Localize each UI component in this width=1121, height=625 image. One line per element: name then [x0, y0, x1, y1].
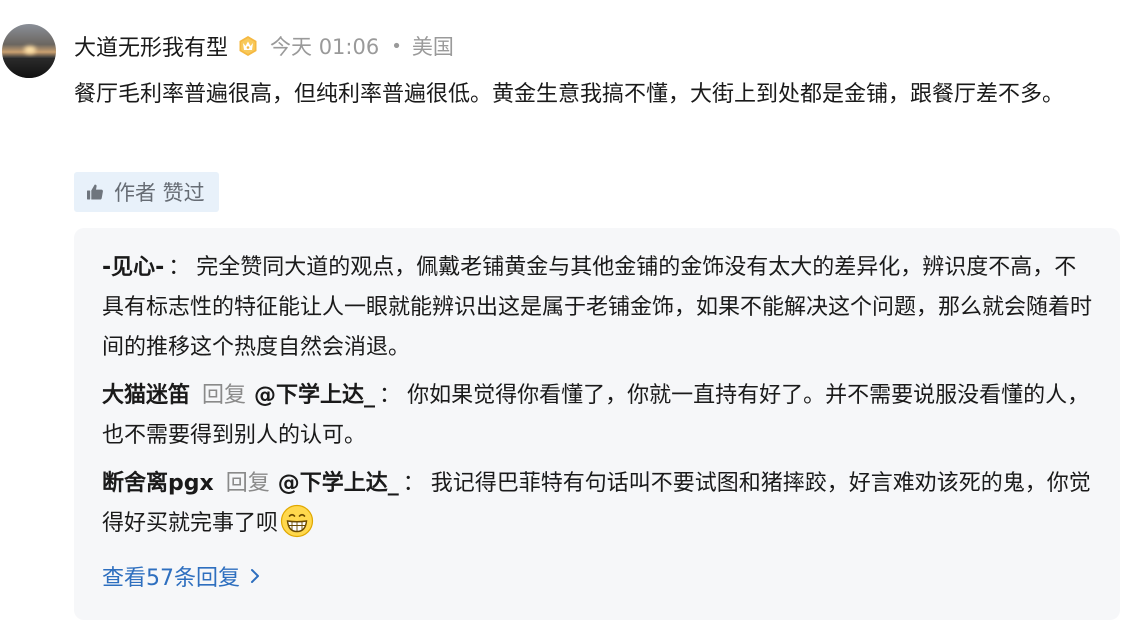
comment-location: 美国	[411, 35, 454, 59]
comment-text: 餐厅毛利率普遍很高，但纯利率普遍很低。黄金生意我搞不懂，大街上到处都是金铺，跟餐…	[74, 82, 1065, 107]
chevron-right-icon	[251, 569, 259, 583]
reply-item: 断舍离pgx 回复 @下学上达_：我记得巴菲特有句话叫不要试图和猪摔跤，好言难劝该死…	[102, 464, 1092, 544]
thumbs-up-icon	[87, 184, 103, 200]
reply-word: 回复	[225, 471, 270, 496]
view-more-label[interactable]: 查看57条回复	[102, 560, 240, 592]
reply-item: 大猫迷笛 回复 @下学上达_：你如果觉得你看懂了，你就一直持有好了。并不需要说服没看…	[102, 376, 1092, 456]
reply-target[interactable]: @下学上达_	[254, 383, 375, 408]
replies-panel: -见心-：完全赞同大道的观点，佩戴老铺黄金与其他金铺的金饰没有太大的差异化，辨识…	[74, 228, 1120, 620]
reply-user[interactable]: 断舍离pgx	[102, 471, 214, 496]
author-name[interactable]: 大道无形我有型	[74, 30, 228, 62]
view-more-replies-link[interactable]: 查看57条回复	[102, 558, 262, 594]
reply-target[interactable]: @下学上达_	[278, 471, 399, 496]
reply-colon: ：	[402, 471, 425, 496]
grinning-face-emoji	[280, 504, 314, 538]
reply-colon: ：	[379, 383, 402, 408]
comment-header: 大道无形我有型 今天 01:06 • 美国	[74, 30, 454, 62]
crown-level-badge-icon	[236, 34, 260, 58]
reply-colon: ：	[168, 255, 191, 280]
reply-word: 回复	[202, 383, 247, 408]
avatar-sun-decoration	[24, 46, 36, 54]
avatar[interactable]	[2, 24, 56, 78]
comment-card: 大道无形我有型 今天 01:06 • 美国 餐厅毛利率普遍很高，但纯利率普遍很低…	[0, 0, 1121, 625]
comment-time: 今天 01:06	[270, 35, 380, 59]
avatar-road-decoration	[2, 58, 56, 78]
author-liked-tag: 作者 赞过	[74, 172, 219, 212]
meta-separator: •	[391, 35, 402, 57]
reply-item: -见心-：完全赞同大道的观点，佩戴老铺黄金与其他金铺的金饰没有太大的差异化，辨识…	[102, 248, 1092, 368]
liked-label: 作者 赞过	[114, 181, 205, 205]
reply-text: 你如果觉得你看懂了，你就一直持有好了。并不需要说服没看懂的人，也不需要得到别人的…	[102, 383, 1090, 448]
reply-user[interactable]: 大猫迷笛	[102, 383, 190, 408]
reply-user[interactable]: -见心-	[102, 255, 164, 280]
reply-text: 完全赞同大道的观点，佩戴老铺黄金与其他金铺的金饰没有太大的差异化，辨识度不高，不…	[102, 255, 1093, 360]
